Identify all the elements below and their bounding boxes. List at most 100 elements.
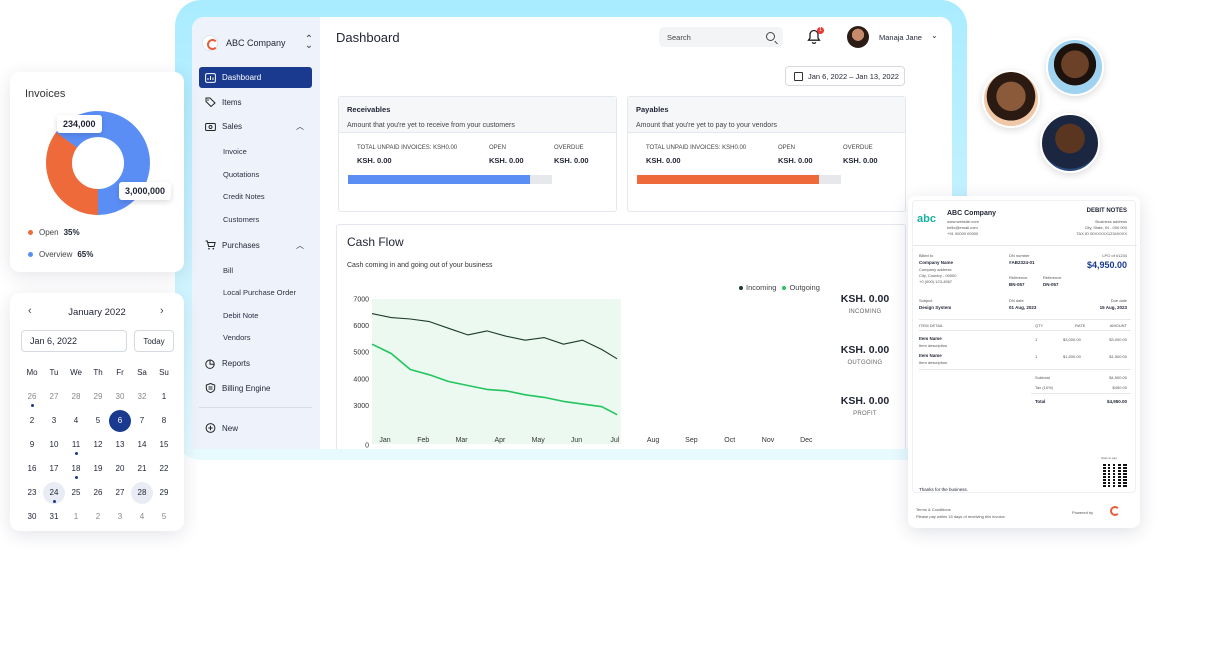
sidebar-item-dashboard[interactable]: Dashboard [199,67,312,88]
sidebar-item-label: New [222,423,239,433]
sidebar-subitem-bill[interactable]: Bill [199,259,312,282]
unpaid-label: TOTAL UNPAID INVOICES: KSH0.00 [357,145,458,151]
calendar-day[interactable]: 23 [21,482,43,504]
calendar-card: ‹ January 2022 › Jan 6, 2022 Today Mo Tu W… [10,293,184,531]
sidebar-item-sales[interactable]: Sales ︿ [199,116,312,137]
sidebar-item-billing-engine[interactable]: Billing Engine [199,378,312,399]
calendar-day[interactable]: 10 [43,434,65,456]
sidebar-subitem-vendors[interactable]: Vendors [199,327,312,350]
user-name[interactable]: Manaja Jane [879,33,922,42]
calendar-day[interactable]: 11 [65,434,87,456]
sidebar-item-purchases[interactable]: Purchases ︿ [199,235,312,256]
receivables-header: Receivables Amount that you're yet to re… [339,97,616,133]
calendar-day[interactable]: 21 [131,458,153,480]
dn-email: hello@email.com [947,225,978,230]
calendar-day[interactable]: 22 [153,458,175,480]
calendar-day[interactable]: 24 [43,482,65,504]
divider [1031,393,1131,394]
calendar-day[interactable]: 27 [109,482,131,504]
calendar-day[interactable]: 2 [87,506,109,528]
notification-button[interactable]: 1 [807,27,824,45]
calendar-day[interactable]: 18 [65,458,87,480]
search-icon[interactable] [766,32,775,41]
today-button[interactable]: Today [134,330,174,352]
calendar-day[interactable]: 28 [131,482,153,504]
calendar-day[interactable]: 1 [153,386,175,408]
calendar-day[interactable]: 27 [43,386,65,408]
date-input[interactable]: Jan 6, 2022 [21,330,127,352]
svg-text:abc: abc [917,213,936,225]
item-rate: $3,000.00 [1063,337,1081,342]
terms-text: Please pay within 15 days of receiving t… [916,514,1006,519]
brand-logo-icon [1110,506,1120,516]
chevron-down-icon[interactable]: ⌄ [931,31,938,40]
event-dot [31,404,34,407]
shield-icon [205,383,216,393]
calendar-day[interactable]: 3 [109,506,131,528]
calendar-day[interactable]: 13 [109,434,131,456]
calendar-day[interactable]: 26 [87,482,109,504]
calendar-day[interactable]: 15 [153,434,175,456]
calendar-day[interactable]: 6 [109,410,131,432]
calendar-day[interactable]: 32 [131,386,153,408]
calendar-day[interactable]: 2 [21,410,43,432]
x-tick-label: May [532,437,546,444]
calendar-day[interactable]: 28 [65,386,87,408]
sidebar-subitem-debit-note[interactable]: Debit Note [199,304,312,327]
sidebar-subitem-customers[interactable]: Customers [199,208,312,231]
calendar-day[interactable]: 14 [131,434,153,456]
calendar-day[interactable]: 4 [131,506,153,528]
chevron-up-icon[interactable]: ︿ [296,240,304,251]
calendar-day[interactable]: 5 [87,410,109,432]
calendar-day[interactable]: 9 [21,434,43,456]
calendar-day[interactable]: 12 [87,434,109,456]
x-tick-label: Jan [379,437,390,444]
calendar-day[interactable]: 17 [43,458,65,480]
calendar-day[interactable]: 20 [109,458,131,480]
dn-company: ABC Company [947,210,997,217]
calendar-day[interactable]: 31 [43,506,65,528]
calendar-day[interactable]: 8 [153,410,175,432]
calendar-day[interactable]: 4 [65,410,87,432]
week-row: 9 10 11 12 13 14 15 [21,433,175,457]
receivables-open: OPEN KSH. 0.00 [489,145,524,165]
calendar-day[interactable]: 30 [109,386,131,408]
col-qty: QTY [1035,323,1044,328]
customer-avatar [1040,113,1100,173]
dn-phone: +91 00000 00000 [947,231,979,236]
sidebar-item-new[interactable]: New [199,418,312,439]
calendar-day[interactable]: 7 [131,410,153,432]
calendar-day[interactable]: 1 [65,506,87,528]
calendar-day[interactable]: 16 [21,458,43,480]
x-tick-label: Apr [494,437,506,444]
plus-circle-icon [205,423,216,433]
calendar-day[interactable]: 5 [153,506,175,528]
sidebar-item-items[interactable]: Items [199,92,312,113]
calendar-day[interactable]: 29 [153,482,175,504]
company-switcher[interactable]: ABC Company ⌃ ⌄ [202,33,314,53]
search-input[interactable]: Search [659,27,783,47]
calendar-day[interactable]: 3 [43,410,65,432]
event-dot [75,476,78,479]
cart-icon [205,240,216,250]
sidebar-subitem-invoice[interactable]: Invoice [199,141,312,164]
chevron-right-icon[interactable]: › [160,305,164,317]
sidebar-subitem-local-purchase-order[interactable]: Local Purchase Order [199,282,312,305]
calendar-day[interactable]: 30 [21,506,43,528]
calendar-day[interactable]: 25 [65,482,87,504]
sidebar-item-reports[interactable]: Reports [199,353,312,374]
profit-value: KSH. 0.00 [840,395,890,407]
calendar-day[interactable]: 19 [87,458,109,480]
calendar-day[interactable]: 26 [21,386,43,408]
sidebar-subitem-credit-notes[interactable]: Credit Notes [199,186,312,209]
item-desc: Item description [919,343,948,348]
unpaid-label: TOTAL UNPAID INVOICES: KSH0.00 [646,145,747,151]
calendar-day[interactable]: 29 [87,386,109,408]
overdue-value: KSH. 0.00 [554,156,589,165]
debit-note-sheet: abc ABC Company www.website.com hello@em… [912,200,1137,493]
item-amount: $3,000.00 [1109,337,1127,342]
user-avatar[interactable] [847,26,869,48]
chevron-up-icon[interactable]: ︿ [296,121,304,132]
date-range-picker[interactable]: Jan 6, 2022 – Jan 13, 2022 [785,66,905,86]
sidebar-subitem-quotations[interactable]: Quotations [199,163,312,186]
